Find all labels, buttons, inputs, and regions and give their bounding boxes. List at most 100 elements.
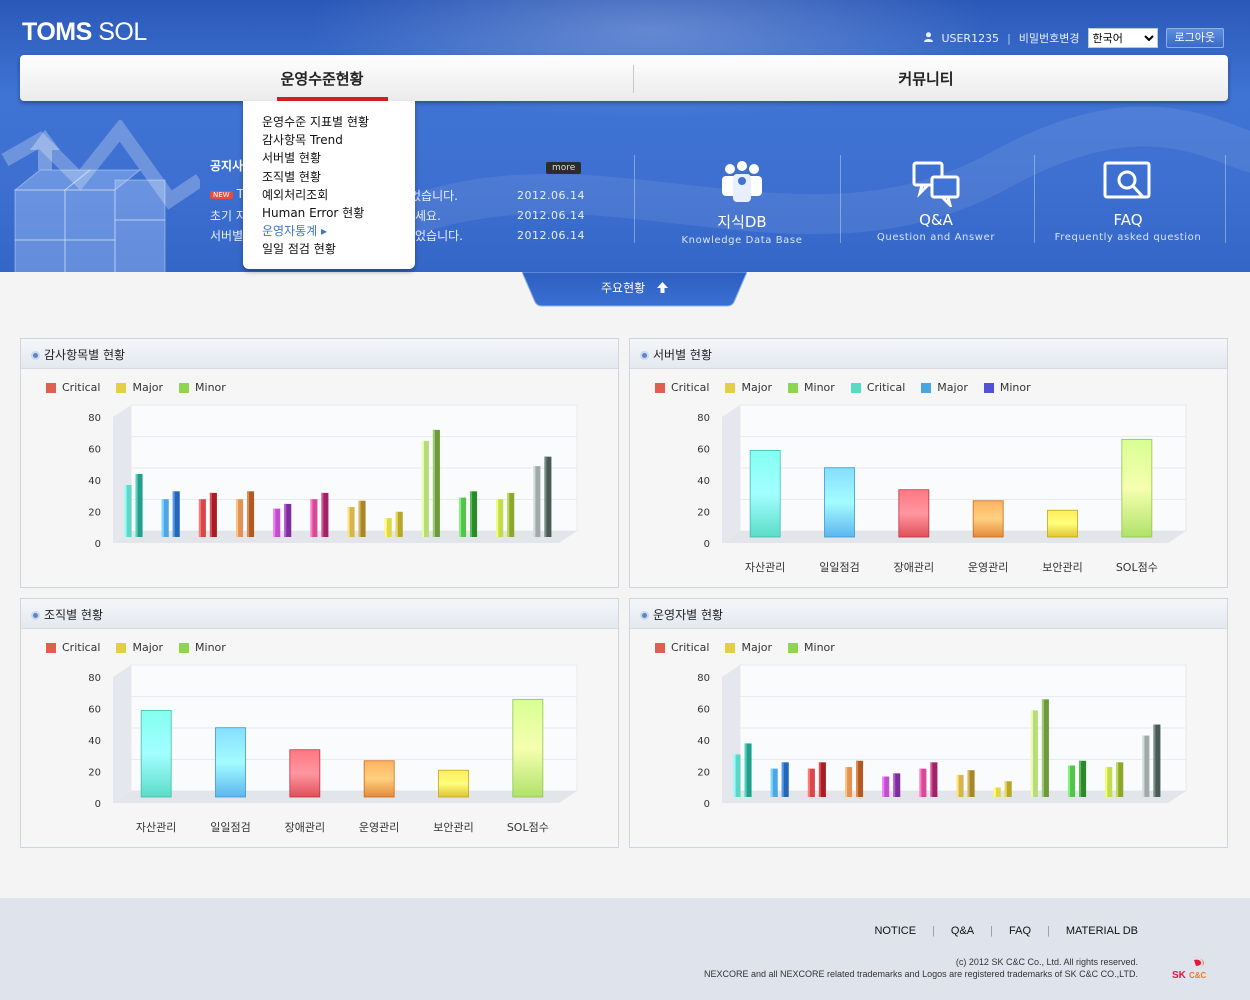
- chart-bar-highlight: [1041, 699, 1044, 797]
- chart-bar-highlight: [384, 518, 387, 537]
- y-tick-label: 80: [88, 413, 101, 424]
- chart-bar-highlight: [198, 499, 201, 537]
- quicklink-title: Q&A: [919, 211, 953, 229]
- chart-bar-highlight: [1142, 735, 1145, 797]
- y-tick-label: 0: [704, 799, 710, 810]
- chart-bar-highlight: [845, 767, 848, 797]
- chart-panel-organization: 조직별 현황 Critical Major Minor 0 20 40 60 80 자산관…: [20, 598, 619, 848]
- y-tick-label: 20: [697, 508, 710, 519]
- chart-bar-highlight: [1116, 762, 1119, 797]
- chart-bar: [512, 698, 544, 798]
- chart-bar: [1121, 438, 1153, 538]
- organization-chart: 0 20 40 60 80 자산관리 일일점검 장애관리 운영관리 보안관리 SOL점수: [88, 664, 578, 834]
- chart-bar: [972, 500, 1004, 538]
- notice-item-text[interactable]: 었습니다.: [415, 227, 463, 244]
- chart-bar-highlight: [544, 456, 547, 537]
- menu-item-audit-trend[interactable]: 감사항목 Trend: [262, 131, 415, 149]
- change-password-link[interactable]: 비밀번호변경: [1019, 30, 1080, 46]
- quicklink-divider: [634, 155, 635, 243]
- summary-toggle-tab[interactable]: 주요현황: [521, 271, 748, 308]
- notice-more-button[interactable]: more: [546, 162, 582, 174]
- chart-panel-operator: 운영자별 현황 Critical Major Minor 0 20 40 60 80: [629, 598, 1228, 848]
- menu-item-server-status[interactable]: 서버별 현황: [262, 149, 415, 167]
- chart-bar-highlight: [919, 768, 922, 797]
- svg-text:SK: SK: [1172, 970, 1187, 980]
- notice-item-text[interactable]: 었습니다.: [410, 187, 458, 204]
- notice-item[interactable]: NEW T: [210, 187, 244, 201]
- language-select[interactable]: 한국어: [1087, 28, 1158, 48]
- quicklink-subtitle: Knowledge Data Base: [681, 235, 803, 246]
- y-tick-label: 40: [697, 736, 710, 747]
- arrow-up-icon: [657, 282, 668, 296]
- footer-link-faq[interactable]: FAQ: [1009, 925, 1031, 937]
- quicklink-subtitle: Frequently asked question: [1054, 232, 1202, 243]
- y-tick-label: 0: [704, 539, 710, 550]
- footer-link-notice[interactable]: NOTICE: [874, 925, 916, 937]
- chart-bar-highlight: [882, 776, 885, 797]
- y-tick-label: 0: [95, 539, 101, 550]
- quicklink-faq[interactable]: FAQ Frequently asked question: [1028, 155, 1228, 243]
- notice-title: 공지사: [210, 159, 244, 173]
- sk-cc-logo: SK C&C: [1172, 957, 1207, 980]
- logout-button[interactable]: 로그아웃: [1165, 28, 1224, 48]
- footer-links: NOTICE | Q&A | FAQ | MATERIAL DB: [874, 925, 1138, 937]
- tab-community[interactable]: 커뮤니티: [624, 55, 1228, 101]
- chart-bar-highlight: [733, 754, 736, 797]
- menu-item-daily-check[interactable]: 일일 점검 현황: [262, 240, 415, 258]
- chart-bar: [140, 709, 172, 798]
- quicklink-knowledge-db[interactable]: 지식DB Knowledge Data Base: [642, 155, 842, 246]
- menu-item-indicator-status[interactable]: 운영수준 지표별 현황: [262, 113, 415, 131]
- chart-bar-highlight: [321, 492, 324, 537]
- y-tick-label: 40: [697, 476, 710, 487]
- people-icon: [642, 155, 842, 207]
- menu-item-org-status[interactable]: 조직별 현황: [262, 168, 415, 186]
- quicklink-qna[interactable]: Q&A Question and Answer: [836, 155, 1036, 243]
- chart-bar: [215, 727, 246, 798]
- chart-bar-highlight: [172, 491, 175, 537]
- chart-bar-highlight: [967, 770, 970, 797]
- chart-bar: [898, 489, 930, 538]
- chart-panel-server: 서버별 현황 Critical Major Minor Critical Maj…: [629, 338, 1228, 588]
- x-tick-label: 일일점검: [210, 820, 250, 834]
- chart-bar-highlight: [347, 507, 350, 537]
- footer-link-material-db[interactable]: MATERIAL DB: [1066, 925, 1138, 937]
- chart-bar-highlight: [781, 762, 784, 797]
- chart-bar-highlight: [432, 429, 435, 537]
- notice-item-text[interactable]: 세요.: [415, 207, 441, 224]
- chart-bar-highlight: [459, 497, 462, 537]
- x-tick-label: 보안관리: [433, 821, 473, 834]
- chart-bar-highlight: [284, 503, 287, 537]
- chart-bar-highlight: [247, 491, 250, 537]
- notice-item[interactable]: 서버별: [210, 227, 243, 244]
- chart-bar-highlight: [856, 760, 859, 797]
- chart-bar-highlight: [209, 492, 212, 537]
- x-tick-label: 자산관리: [136, 821, 176, 834]
- chart-bar-highlight: [993, 787, 996, 797]
- tab-operation-status[interactable]: 운영수준현황: [20, 55, 624, 101]
- menu-item-operator-stats[interactable]: 운영자통계 ▸: [262, 222, 415, 240]
- y-tick-label: 20: [88, 768, 101, 779]
- chart-bar-highlight: [807, 768, 810, 797]
- app-logo[interactable]: TOMS SOL: [22, 18, 147, 47]
- menu-item-exception-query[interactable]: 예외처리조회: [262, 186, 415, 204]
- footer-link-qna[interactable]: Q&A: [951, 925, 974, 937]
- footer: NOTICE | Q&A | FAQ | MATERIAL DB (c) 2012 S…: [0, 898, 1250, 1000]
- chart-bar-highlight: [124, 485, 127, 537]
- chart-bar: [289, 749, 321, 798]
- notice-date: 2012.06.14: [517, 189, 585, 202]
- menu-item-human-error[interactable]: Human Error 현황: [262, 204, 415, 222]
- notice-item[interactable]: 초기 자: [210, 207, 247, 224]
- chart-grid: [113, 664, 578, 803]
- chart-panel-audit-items: 감사항목별 현황 Critical Major Minor 0 20 40 60 80: [20, 338, 619, 588]
- chart-bar: [824, 467, 855, 538]
- y-tick-label: 60: [88, 705, 101, 716]
- chart-bar-highlight: [161, 499, 164, 537]
- quicklink-subtitle: Question and Answer: [876, 232, 996, 243]
- y-tick-label: 80: [697, 673, 710, 684]
- x-tick-label: 장애관리: [285, 821, 325, 834]
- chart-bar-highlight: [1153, 724, 1156, 797]
- user-id: USER1235: [941, 31, 1000, 45]
- chart-bar-highlight: [507, 492, 510, 537]
- chart-bar-highlight: [1079, 760, 1082, 797]
- chart-bar-highlight: [135, 474, 138, 537]
